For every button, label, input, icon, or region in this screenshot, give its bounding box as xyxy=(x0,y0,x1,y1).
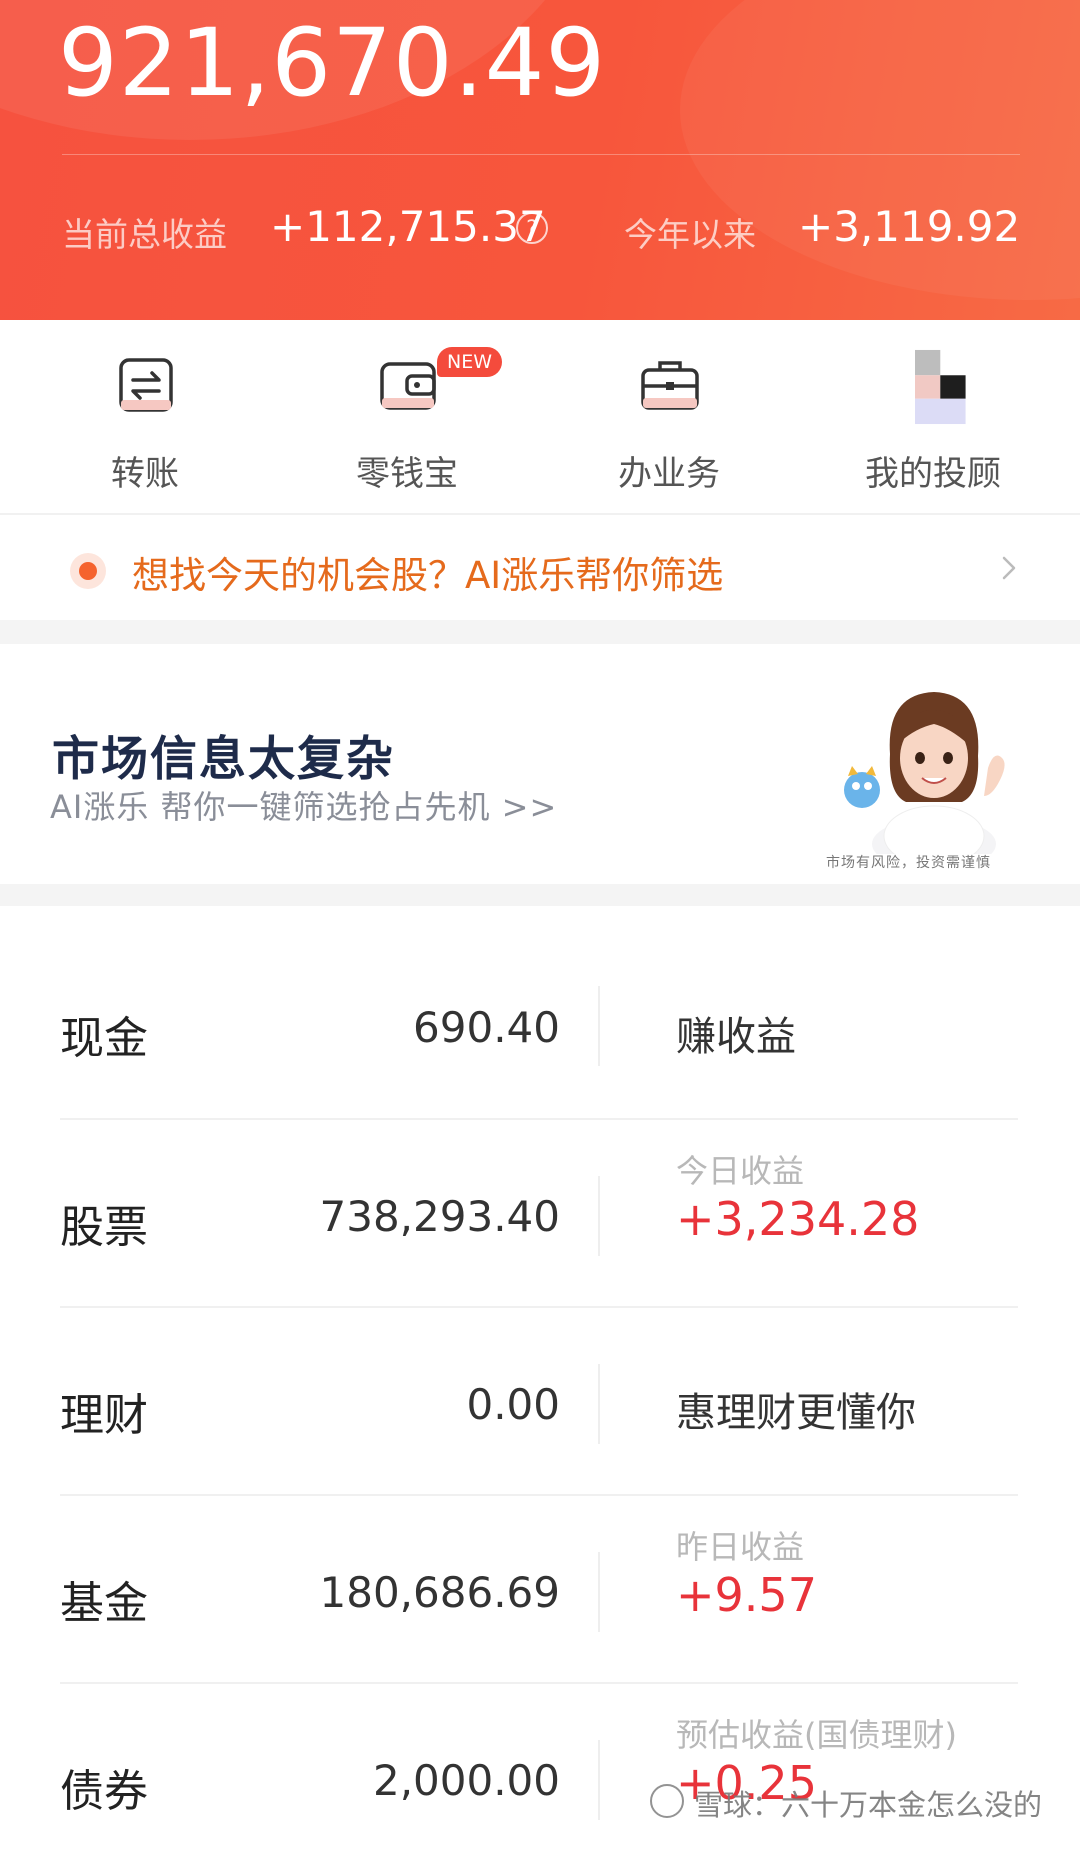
ytd-profit-label: 今年以来 xyxy=(624,215,756,254)
today-profit-value: +3,234.28 xyxy=(676,1192,920,1246)
watermark-text: 雪球：六十万本金怎么没的 xyxy=(694,1788,1043,1822)
wallet-button[interactable]: 零钱宝 xyxy=(272,320,542,513)
column-divider xyxy=(598,1740,600,1820)
asset-name: 基金 xyxy=(60,1578,148,1629)
column-divider xyxy=(598,1364,600,1444)
chevron-right-icon xyxy=(1002,556,1016,580)
promo-subtitle: AI涨乐 帮你一键筛选抢占先机 >> xyxy=(50,788,558,826)
header-divider xyxy=(62,154,1020,155)
transfer-label: 转账 xyxy=(111,454,179,494)
section-gap xyxy=(0,884,1080,906)
total-assets-value[interactable]: 921,670.49 xyxy=(58,8,606,120)
asset-name: 债券 xyxy=(60,1766,148,1817)
asset-name: 理财 xyxy=(60,1390,148,1441)
quick-actions-bar: 转账 零钱宝 办业务 我的投顾 xyxy=(0,320,1080,513)
total-profit-label: 当前总收益 xyxy=(62,215,227,254)
column-divider xyxy=(598,986,600,1066)
yesterday-profit-value: +9.57 xyxy=(676,1568,817,1622)
asset-amount: 180,686.69 xyxy=(319,1568,560,1617)
total-profit-value[interactable]: +112,715.37 xyxy=(270,202,546,251)
question-circle-icon[interactable]: ? xyxy=(516,212,548,244)
transfer-button[interactable]: 转账 xyxy=(10,320,280,513)
wallet-icon xyxy=(380,362,436,410)
business-label: 办业务 xyxy=(618,454,720,494)
yesterday-profit-label: 昨日收益 xyxy=(676,1528,805,1566)
asset-amount: 0.00 xyxy=(466,1380,560,1429)
wallet-label: 零钱宝 xyxy=(356,454,458,494)
asset-row-stocks[interactable]: 股票 738,293.40 今日收益 +3,234.28 xyxy=(0,1120,1080,1308)
new-badge: NEW xyxy=(437,347,503,377)
ytd-profit-value[interactable]: +3,119.92 xyxy=(798,202,1020,251)
advisor-button[interactable]: 我的投顾 xyxy=(798,320,1068,513)
estimated-profit-label: 预估收益(国债理财) xyxy=(676,1716,957,1754)
asset-summary-header: 921,670.49 当前总收益 +112,715.37 ? 今年以来 +3,1… xyxy=(0,0,1080,320)
column-divider xyxy=(598,1176,600,1256)
today-profit-label: 今日收益 xyxy=(676,1152,805,1190)
business-button[interactable]: 办业务 xyxy=(534,320,804,513)
section-gap xyxy=(0,620,1080,644)
earn-profit-link[interactable]: 赚收益 xyxy=(676,1004,796,1062)
ai-stock-picker-banner[interactable]: 想找今天的机会股？AI涨乐帮你筛选 xyxy=(0,515,1080,620)
snowball-logo-icon xyxy=(650,1784,684,1818)
transfer-icon xyxy=(119,358,173,412)
asset-amount: 738,293.40 xyxy=(319,1192,560,1241)
wealth-promo-link[interactable]: 惠理财更懂你 xyxy=(676,1380,916,1438)
asset-name: 股票 xyxy=(60,1202,148,1253)
asset-row-funds[interactable]: 基金 180,686.69 昨日收益 +9.57 xyxy=(0,1496,1080,1684)
advisor-label: 我的投顾 xyxy=(865,454,1001,494)
asset-amount: 2,000.00 xyxy=(372,1756,560,1805)
ai-promo-card[interactable]: 市场信息太复杂 AI涨乐 帮你一键筛选抢占先机 >> 市场有风险，投资需谨慎 xyxy=(0,644,1080,884)
column-divider xyxy=(598,1552,600,1632)
briefcase-icon xyxy=(641,361,699,410)
asset-name: 现金 xyxy=(60,1013,148,1064)
asset-row-bonds[interactable]: 债券 2,000.00 预估收益(国债理财) +0.25 xyxy=(0,1684,1080,1872)
ai-banner-text: 想找今天的机会股？AI涨乐帮你筛选 xyxy=(132,554,724,597)
advisor-avatar-icon xyxy=(915,349,966,425)
promo-title: 市场信息太复杂 xyxy=(52,732,395,787)
asset-row-cash[interactable]: 现金 690.40 赚收益 xyxy=(0,906,1080,1120)
dot-icon xyxy=(70,553,106,589)
risk-disclaimer: 市场有风险，投资需谨慎 xyxy=(826,855,991,871)
asset-amount: 690.40 xyxy=(413,1003,560,1052)
ai-assistant-avatar-icon xyxy=(844,692,1005,854)
asset-row-wealth[interactable]: 理财 0.00 惠理财更懂你 xyxy=(0,1308,1080,1496)
asset-list: 现金 690.40 赚收益 股票 738,293.40 今日收益 +3,234.… xyxy=(0,906,1080,1832)
